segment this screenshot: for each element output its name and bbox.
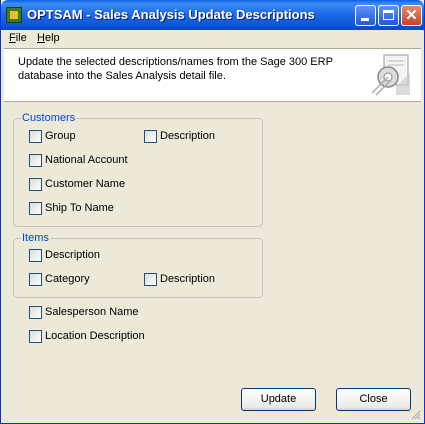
category-description-label: Description xyxy=(160,273,216,285)
category-label: Category xyxy=(45,273,90,285)
document-gear-icon xyxy=(371,54,410,96)
resize-grip-icon[interactable] xyxy=(411,410,421,420)
customers-group-label: Group xyxy=(45,130,76,142)
minimize-button[interactable] xyxy=(355,5,376,26)
national-account-label: National Account xyxy=(45,154,128,166)
items-group: Items xyxy=(13,232,263,298)
main-window: OPTSAM - Sales Analysis Update Descripti… xyxy=(0,0,425,424)
close-button[interactable]: Close xyxy=(336,388,411,411)
minimize-icon xyxy=(361,18,369,21)
customers-group-description-label: Description xyxy=(160,130,216,142)
header-panel: Update the selected descriptions/names f… xyxy=(4,48,421,102)
maximize-icon xyxy=(383,10,394,20)
update-button[interactable]: Update xyxy=(241,388,316,411)
customer-name-label: Customer Name xyxy=(45,178,126,190)
maximize-button[interactable] xyxy=(378,5,399,26)
close-icon: ✕ xyxy=(405,7,418,24)
header-description: Update the selected descriptions/names f… xyxy=(18,56,333,82)
app-icon[interactable] xyxy=(6,7,22,23)
items-legend: Items xyxy=(21,232,50,244)
window-title: OPTSAM - Sales Analysis Update Descripti… xyxy=(27,7,315,22)
close-window-button[interactable]: ✕ xyxy=(401,5,422,26)
salesperson-name-label: Salesperson Name xyxy=(45,306,139,318)
menu-help[interactable]: Help xyxy=(37,32,60,44)
menu-file[interactable]: File xyxy=(9,32,27,44)
item-description-label: Description xyxy=(45,249,101,261)
title-bar[interactable]: OPTSAM - Sales Analysis Update Descripti… xyxy=(1,0,424,30)
menu-bar: File Help xyxy=(1,30,424,47)
ship-to-name-label: Ship To Name xyxy=(45,202,114,214)
customers-legend: Customers xyxy=(21,112,77,124)
location-description-label: Location Description xyxy=(45,330,145,342)
